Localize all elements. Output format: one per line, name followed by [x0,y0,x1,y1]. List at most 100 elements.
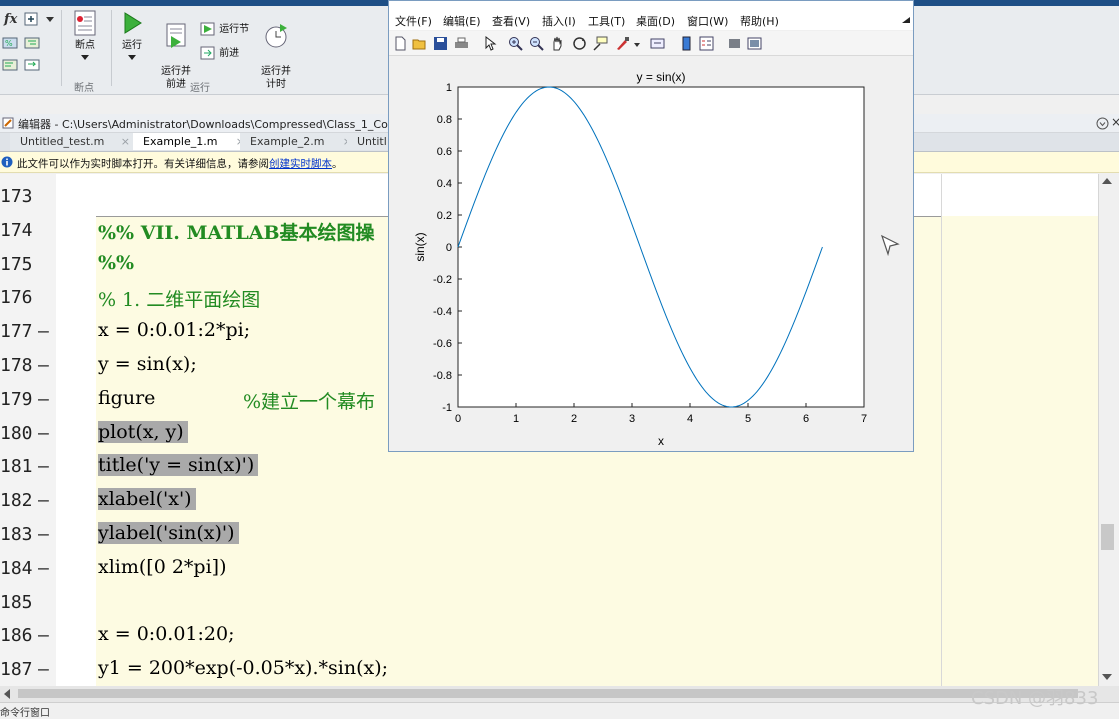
breakpoint-marker[interactable]: — [38,389,49,410]
code-line[interactable]: figure [98,387,198,409]
pan-icon[interactable] [550,36,565,51]
menu-view[interactable]: 查看(V) [492,13,530,29]
watermark: CSDN @羽833 [971,688,1099,709]
menu-insert[interactable]: 插入(I) [542,13,576,29]
zoom-out-icon[interactable] [529,36,544,51]
indent-icon[interactable] [24,36,40,50]
wrap-icon[interactable] [24,58,40,72]
breakpoint-marker[interactable]: — [38,659,49,680]
open-icon[interactable] [412,36,427,51]
breakpoint-marker[interactable]: — [38,625,49,646]
y-tick-label: -0.8 [433,370,452,382]
breakpoint-marker[interactable]: — [38,558,49,579]
x-axis-label: x [658,434,664,448]
legend-icon[interactable] [699,36,714,51]
breakpoint-marker[interactable]: — [38,321,49,342]
tab-example-1[interactable]: Example_1.m× [133,133,250,150]
info-text: 此文件可以作为实时脚本打开。有关详细信息，请参阅 [17,158,269,170]
menu-tools[interactable]: 工具(T) [588,13,625,29]
plot-area[interactable]: y = sin(x) x sin(x) 0 1 2 3 4 5 6 7 -1 -0.8 -0.6 -0… [389,56,913,451]
save-icon[interactable] [433,36,448,51]
dropdown-arrow-icon[interactable] [46,15,54,23]
insert-icon[interactable] [24,12,38,26]
command-window-header[interactable]: 命令行窗口 [0,702,1119,719]
tab-label: Untitled_test.m [20,135,105,148]
code-line[interactable]: y1 = 200*exp(-0.05*x).*sin(x); [98,657,388,679]
fx-icon[interactable]: fx [4,12,17,27]
code-line[interactable]: ylabel('sin(x)') [98,522,239,544]
menu-file[interactable]: 文件(F) [395,13,432,29]
editor-actions-icon[interactable] [1096,117,1109,130]
menu-window[interactable]: 窗口(W) [687,13,728,29]
run-section-button[interactable]: 运行节 [200,22,249,36]
link-icon[interactable] [650,36,665,51]
scroll-up-icon[interactable] [1102,178,1112,184]
code-line[interactable]: %% VII. MATLAB基本绘图操 [98,218,375,245]
chevron-down-icon[interactable] [634,43,640,47]
show-plot-tools-icon[interactable] [747,36,762,51]
scroll-left-icon[interactable] [4,689,10,699]
line-number: 185 [0,591,33,613]
menu-desktop[interactable]: 桌面(D) [636,13,675,29]
zoom-in-icon[interactable] [508,36,523,51]
code-line[interactable]: x = 0:0.01:20; [98,623,235,645]
tab-example-2[interactable]: Example_2.m× [240,133,357,150]
menu-edit[interactable]: 编辑(E) [443,13,481,29]
run-and-time-button[interactable]: 运行并 计时 [256,10,296,91]
horizontal-scrollbar[interactable] [0,686,1119,702]
vertical-scrollbar[interactable] [1098,174,1117,686]
y-tick-label: 0 [446,242,452,254]
ribbon-separator [61,10,62,86]
print-icon[interactable] [454,36,469,51]
outdent-icon[interactable] [2,58,18,72]
code-line[interactable]: % 1. 二维平面绘图 [98,285,260,312]
breakpoint-marker[interactable]: — [38,456,49,477]
line-number: 184 [0,557,33,579]
code-line[interactable]: plot(x, y) [98,420,188,443]
advance-button[interactable]: 前进 [200,46,239,60]
dock-icon[interactable] [902,17,910,23]
tab-label: Example_2.m [250,135,325,148]
run-and-advance-label: 运行并 前进 [161,66,191,90]
code-line[interactable]: y = sin(x); [98,353,197,375]
horizontal-scroll-thumb[interactable] [18,689,1078,698]
breakpoint-marker[interactable]: — [38,355,49,376]
breakpoints-group-label: 断点 [74,83,94,94]
breakpoint-marker[interactable]: — [38,524,49,545]
breakpoint-marker[interactable]: — [38,423,49,444]
line-number: 173 [0,186,33,207]
comment-icon[interactable]: % [2,36,18,50]
tab-untitled-test[interactable]: Untitled_test.m × [10,133,135,150]
code-line[interactable]: x = 0:0.01:2*pi; [98,319,250,341]
new-figure-icon[interactable] [393,36,408,51]
x-tick-label: 7 [861,413,867,425]
rotate-icon[interactable] [572,36,587,51]
close-icon[interactable]: × [1111,115,1119,129]
code-line[interactable]: xlabel('x') [98,488,196,511]
scroll-down-icon[interactable] [1102,674,1112,680]
y-tick-label: 0.4 [437,178,452,190]
code-line[interactable]: xlim([0 2*pi]) [98,556,227,578]
code-line[interactable]: %% [98,252,134,274]
code-line[interactable]: title('y = sin(x)') [98,454,259,477]
run-section-icon [200,22,215,36]
close-tab-icon[interactable]: × [121,133,130,150]
figure-window[interactable]: 文件(F) 编辑(E) 查看(V) 插入(I) 工具(T) 桌面(D) 窗口(W… [388,0,914,452]
x-tick-label: 5 [745,413,751,425]
breakpoint-marker[interactable]: — [38,490,49,511]
menu-help[interactable]: 帮助(H) [740,13,779,29]
breakpoints-button[interactable]: 断点 [66,10,104,65]
brush-icon[interactable] [615,36,630,51]
vertical-scroll-thumb[interactable] [1101,524,1114,550]
line-number: 178 [0,355,33,376]
chevron-down-icon [81,55,89,60]
colorbar-icon[interactable] [679,36,694,51]
hide-plot-tools-icon[interactable] [727,36,742,51]
create-live-script-link[interactable]: 创建实时脚本 [269,158,332,170]
run-button[interactable]: 运行 [116,10,148,65]
line-number: 174 [0,219,33,241]
line-number: 182 [0,490,33,512]
pointer-icon[interactable] [482,36,497,51]
line-number: 175 [0,253,33,275]
data-cursor-icon[interactable] [593,36,608,51]
